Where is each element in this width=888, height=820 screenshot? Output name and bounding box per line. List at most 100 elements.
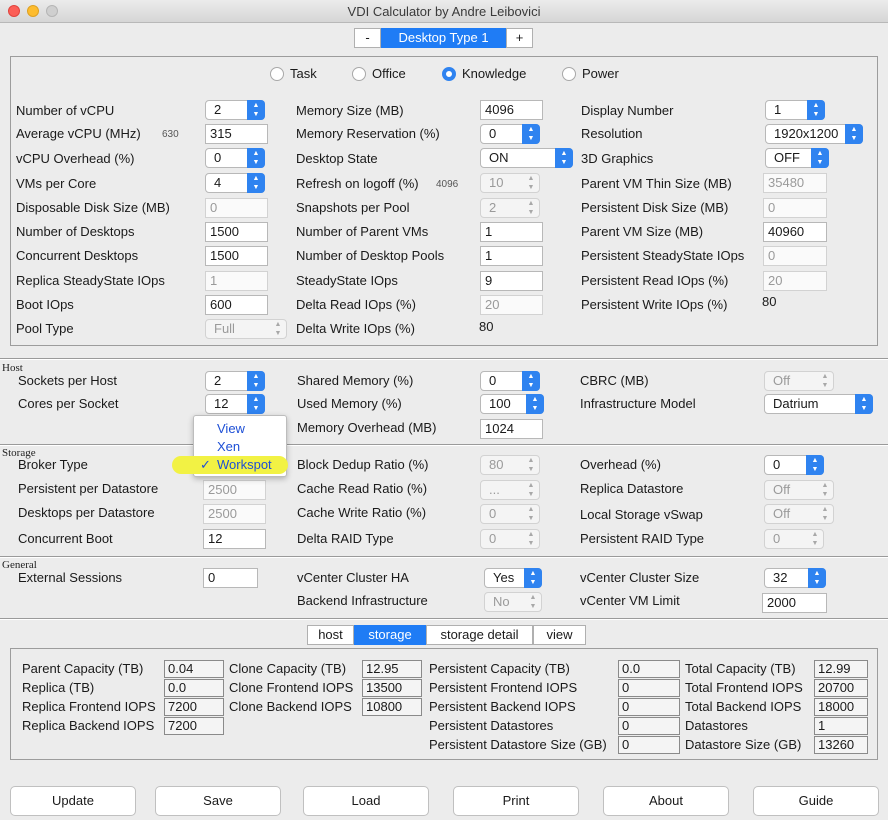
- stepper-arrows-icon: ▲ ▼: [526, 394, 544, 414]
- num-desktop-pools-field[interactable]: 1: [480, 246, 543, 266]
- vcpu-overhead-select[interactable]: 0 ▲ ▼: [205, 148, 265, 168]
- desktop-state-select[interactable]: ON ▲ ▼: [480, 148, 573, 168]
- local-vswap-select[interactable]: Off ▲ ▼: [764, 504, 834, 524]
- persistent-disk-field[interactable]: 0: [763, 198, 827, 218]
- num-desktops-field[interactable]: 1500: [205, 222, 268, 242]
- cache-write-value: 0: [489, 506, 497, 521]
- profile-power-radio[interactable]: [562, 67, 576, 81]
- tab-host[interactable]: host: [307, 625, 354, 645]
- guide-button[interactable]: Guide: [753, 786, 879, 816]
- concurrent-desktops-field[interactable]: 1500: [205, 246, 268, 266]
- add-desktop-type-button[interactable]: +: [506, 28, 533, 48]
- broker-type-label: Broker Type: [18, 457, 88, 472]
- overhead-select[interactable]: 0 ▲ ▼: [764, 455, 824, 475]
- remove-desktop-type-button[interactable]: -: [354, 28, 381, 48]
- external-sessions-field[interactable]: 0: [203, 568, 258, 588]
- delta-raid-select[interactable]: 0 ▲ ▼: [480, 529, 540, 549]
- memory-size-field[interactable]: 4096: [480, 100, 543, 120]
- num-parent-vms-field[interactable]: 1: [480, 222, 543, 242]
- broker-option-xen[interactable]: Xen: [217, 438, 240, 456]
- delta-raid-label: Delta RAID Type: [297, 531, 394, 546]
- tab-storage[interactable]: storage: [354, 625, 426, 645]
- disposable-disk-field[interactable]: 0: [205, 198, 268, 218]
- pool-type-select[interactable]: Full ▲ ▼: [205, 319, 287, 339]
- shared-memory-select[interactable]: 0 ▲ ▼: [480, 371, 540, 391]
- cores-select[interactable]: 12 ▲ ▼: [205, 394, 265, 414]
- save-button[interactable]: Save: [155, 786, 281, 816]
- stepper-arrows-icon: ▲ ▼: [807, 100, 825, 120]
- replica-steady-field[interactable]: 1: [205, 271, 268, 291]
- update-button[interactable]: Update: [10, 786, 136, 816]
- persistent-steady-field[interactable]: 0: [763, 246, 827, 266]
- used-memory-select[interactable]: 100 ▲ ▼: [480, 394, 544, 414]
- cbrc-select[interactable]: Off ▲ ▼: [764, 371, 834, 391]
- replica-ds-select[interactable]: Off ▲ ▼: [764, 480, 834, 500]
- persistent-steady-label: Persistent SteadyState IOps: [581, 248, 745, 263]
- result-label: Total Capacity (TB): [685, 661, 796, 676]
- infra-model-select[interactable]: Datrium ▲ ▼: [764, 394, 873, 414]
- num-vcpu-select[interactable]: 2 ▲ ▼: [205, 100, 265, 120]
- vcenter-size-select[interactable]: 32 ▲ ▼: [764, 568, 826, 588]
- load-button[interactable]: Load: [303, 786, 429, 816]
- profile-office-radio[interactable]: [352, 67, 366, 81]
- backend-infra-select[interactable]: No ▲ ▼: [484, 592, 542, 612]
- delta-read-field[interactable]: 20: [480, 295, 543, 315]
- num-vcpu-label: Number of vCPU: [16, 103, 115, 118]
- desktops-per-ds-field[interactable]: 2500: [203, 504, 266, 524]
- refresh-logoff-select[interactable]: 10 ▲ ▼: [480, 173, 540, 193]
- host-divider: [0, 358, 888, 360]
- broker-option-workspot[interactable]: Workspot: [217, 456, 272, 474]
- resolution-select[interactable]: 1920x1200 ▲ ▼: [765, 124, 863, 144]
- display-number-select[interactable]: 1 ▲ ▼: [765, 100, 825, 120]
- profile-knowledge-radio[interactable]: [442, 67, 456, 81]
- vcenter-ha-value: Yes: [493, 570, 515, 585]
- snapshots-pool-select[interactable]: 2 ▲ ▼: [480, 198, 540, 218]
- persistent-raid-select[interactable]: 0 ▲ ▼: [764, 529, 824, 549]
- avg-vcpu-field[interactable]: 315: [205, 124, 268, 144]
- resolution-value: 1920x1200: [774, 126, 839, 141]
- steady-iops-field[interactable]: 9: [480, 271, 543, 291]
- checkmark-icon: ✓: [200, 457, 211, 472]
- used-memory-label: Used Memory (%): [297, 396, 402, 411]
- tab-view[interactable]: view: [533, 625, 586, 645]
- profile-knowledge-label: Knowledge: [462, 66, 527, 81]
- overhead-value: 0: [773, 457, 781, 472]
- external-sessions-label: External Sessions: [18, 570, 123, 585]
- desktop-type-tab[interactable]: Desktop Type 1: [381, 28, 506, 48]
- parent-size-field[interactable]: 40960: [763, 222, 827, 242]
- parent-thin-field[interactable]: 35480: [763, 173, 827, 193]
- cache-write-label: Cache Write Ratio (%): [297, 505, 427, 520]
- memory-reservation-select[interactable]: 0 ▲ ▼: [480, 124, 540, 144]
- result-label: Clone Capacity (TB): [229, 661, 347, 676]
- profile-task-radio[interactable]: [270, 67, 284, 81]
- cores-label: Cores per Socket: [18, 396, 119, 411]
- vms-per-core-label: VMs per Core: [16, 176, 97, 191]
- about-button[interactable]: About: [603, 786, 729, 816]
- concurrent-boot-field[interactable]: 12: [203, 529, 266, 549]
- vcenter-ha-select[interactable]: Yes ▲ ▼: [484, 568, 542, 588]
- broker-option-view[interactable]: View: [217, 420, 245, 438]
- result-label: Datastore Size (GB): [685, 737, 802, 752]
- sockets-select[interactable]: 2 ▲ ▼: [205, 371, 265, 391]
- graphics-3d-select[interactable]: OFF ▲ ▼: [765, 148, 829, 168]
- persistent-read-field[interactable]: 20: [763, 271, 827, 291]
- local-vswap-label: Local Storage vSwap: [580, 507, 703, 522]
- stepper-arrows-icon: ▲ ▼: [821, 373, 829, 389]
- memory-overhead-field[interactable]: 1024: [480, 419, 543, 439]
- vcenter-vm-limit-field[interactable]: 2000: [762, 593, 827, 613]
- local-vswap-value: Off: [773, 506, 791, 521]
- print-button[interactable]: Print: [453, 786, 579, 816]
- avg-vcpu-label: Average vCPU (MHz): [16, 126, 141, 141]
- cbrc-value: Off: [773, 373, 791, 388]
- used-memory-value: 100: [489, 396, 511, 411]
- block-dedup-select[interactable]: 80 ▲ ▼: [480, 455, 540, 475]
- vms-per-core-select[interactable]: 4 ▲ ▼: [205, 173, 265, 193]
- cache-write-select[interactable]: 0 ▲ ▼: [480, 504, 540, 524]
- persistent-per-ds-field[interactable]: 2500: [203, 480, 266, 500]
- tab-storage-detail[interactable]: storage detail: [426, 625, 533, 645]
- replica-ds-value: Off: [773, 482, 791, 497]
- boot-iops-field[interactable]: 600: [205, 295, 268, 315]
- result-value: 13260: [814, 736, 868, 754]
- backend-infra-label: Backend Infrastructure: [297, 593, 428, 608]
- cache-read-select[interactable]: ... ▲ ▼: [480, 480, 540, 500]
